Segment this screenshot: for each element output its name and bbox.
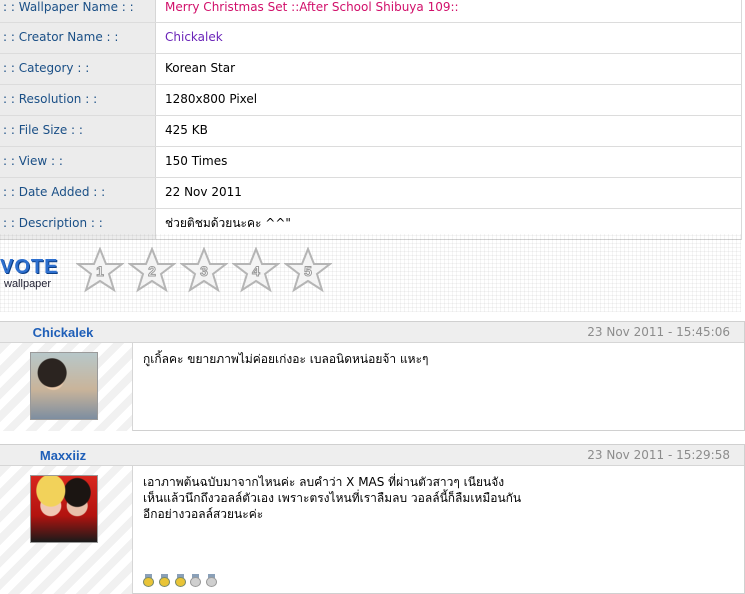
comment-body: กูเกิ้ลคะ ขยายภาพไม่ค่อยเก่งอะ เบลอนิดหน… xyxy=(0,343,744,431)
info-label: : : Wallpaper Name : : xyxy=(0,0,156,22)
star-number: 3 xyxy=(200,263,209,280)
comment-author-link[interactable]: Chickalek xyxy=(0,325,126,340)
medal-icon xyxy=(174,574,186,587)
comment-timestamp: 23 Nov 2011 - 15:29:58 xyxy=(587,448,730,462)
medal-icon xyxy=(190,574,202,587)
comment-timestamp: 23 Nov 2011 - 15:45:06 xyxy=(587,325,730,339)
star-number: 4 xyxy=(252,263,261,280)
comment-line: เห็นแล้วนึกถึงวอลล์ตัวเอง เพราะตรงไหนที่… xyxy=(143,491,522,505)
vote-logo-text: VOTE xyxy=(0,256,59,278)
user-rank-badges xyxy=(143,574,218,588)
medal-icon xyxy=(143,574,154,587)
star-number: 5 xyxy=(304,263,313,280)
vote-star-5-button[interactable]: 5 xyxy=(284,247,332,293)
comment-item: Maxxiiz 23 Nov 2011 - 15:29:58 เอาภาพต้น… xyxy=(0,444,745,594)
info-label: : : Category : : xyxy=(0,54,156,84)
comment-avatar-panel xyxy=(0,466,133,594)
info-label: : : Resolution : : xyxy=(0,85,156,115)
comment-line: อีกอย่างวอลล์สวยนะค่ะ xyxy=(143,507,264,521)
comment-item: Chickalek 23 Nov 2011 - 15:45:06 กูเกิ้ล… xyxy=(0,321,745,431)
info-row-view: : : View : : 150 Times xyxy=(0,146,741,177)
vote-star-4-button[interactable]: 4 xyxy=(232,247,280,293)
avatar[interactable] xyxy=(30,352,98,420)
date-added-value: 22 Nov 2011 xyxy=(165,185,242,199)
vote-star-3-button[interactable]: 3 xyxy=(180,247,228,293)
comment-text: กูเกิ้ลคะ ขยายภาพไม่ค่อยเก่งอะ เบลอนิดหน… xyxy=(143,351,429,367)
vote-star-1-button[interactable]: 1 xyxy=(76,247,124,293)
info-row-date-added: : : Date Added : : 22 Nov 2011 xyxy=(0,177,741,208)
medal-icon xyxy=(158,574,170,587)
info-row-creator-name: : : Creator Name : : Chickalek xyxy=(0,22,741,53)
file-size-value: 425 KB xyxy=(165,123,208,137)
vote-logo: VOTE wallpaper xyxy=(0,256,64,296)
info-label: : : Creator Name : : xyxy=(0,23,156,53)
vote-wallpaper-bar: VOTE wallpaper 1 2 3 4 5 xyxy=(0,234,741,312)
comment-line: กูเกิ้ลคะ ขยายภาพไม่ค่อยเก่งอะ เบลอนิดหน… xyxy=(143,352,429,366)
vote-logo-subtext: wallpaper xyxy=(4,278,52,290)
resolution-value: 1280x800 Pixel xyxy=(165,92,258,106)
info-label: : : Date Added : : xyxy=(0,178,156,208)
info-label: : : File Size : : xyxy=(0,116,156,146)
comment-avatar-panel xyxy=(0,343,133,431)
info-label: : : View : : xyxy=(0,147,156,177)
info-row-resolution: : : Resolution : : 1280x800 Pixel xyxy=(0,84,741,115)
wallpaper-info-table: : : Wallpaper Name : : Merry Christmas S… xyxy=(0,0,742,240)
medal-icon xyxy=(206,574,218,587)
info-row-file-size: : : File Size : : 425 KB xyxy=(0,115,741,146)
comment-line: เอาภาพต้นฉบับมาจากไหนค่ะ ลบคำว่า X MAS ท… xyxy=(143,475,505,489)
view-count-value: 150 Times xyxy=(165,154,228,168)
comment-header: Chickalek 23 Nov 2011 - 15:45:06 xyxy=(0,322,744,343)
wallpaper-name-value: Merry Christmas Set ::After School Shibu… xyxy=(165,0,459,14)
comment-header: Maxxiiz 23 Nov 2011 - 15:29:58 xyxy=(0,445,744,466)
info-row-category: : : Category : : Korean Star xyxy=(0,53,741,84)
comment-body: เอาภาพต้นฉบับมาจากไหนค่ะ ลบคำว่า X MAS ท… xyxy=(0,466,744,594)
vote-star-2-button[interactable]: 2 xyxy=(128,247,176,293)
comment-author-link[interactable]: Maxxiiz xyxy=(0,448,126,463)
avatar[interactable] xyxy=(30,475,98,543)
comment-text: เอาภาพต้นฉบับมาจากไหนค่ะ ลบคำว่า X MAS ท… xyxy=(143,474,521,522)
star-number: 1 xyxy=(96,263,105,280)
category-value: Korean Star xyxy=(165,61,236,75)
info-row-wallpaper-name: : : Wallpaper Name : : Merry Christmas S… xyxy=(0,0,741,22)
star-number: 2 xyxy=(148,263,157,280)
creator-name-link[interactable]: Chickalek xyxy=(165,23,223,52)
